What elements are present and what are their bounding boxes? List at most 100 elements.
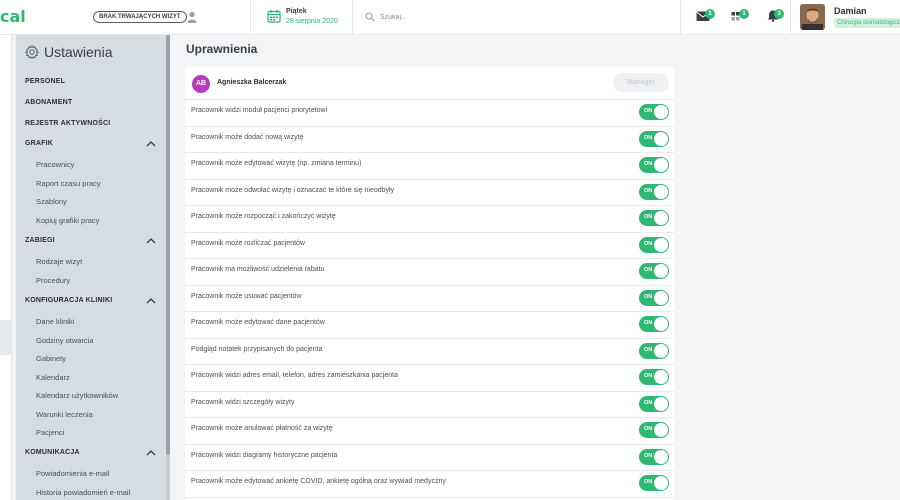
permission-row: Pracownik widzi moduł pacjenci priorytet… [185,100,674,127]
date-day: Piątek [286,8,307,15]
toggle-knob [654,105,668,119]
toggle-knob [654,476,668,490]
toggle-knob [654,317,668,331]
permission-label: Pracownik może edytować ankietę COVID, a… [191,478,446,485]
sidebar-title: Ustawienia [44,44,113,60]
sidebar-item-dane-kliniki[interactable]: Dane kliniki [36,317,74,326]
user-role-badge: Chirurgia stomatologiczna [834,18,900,28]
permission-toggle[interactable]: ON [639,210,669,226]
permission-label: Pracownik widzi diagramy historyczne pac… [191,451,338,459]
permission-row: Podgląd notatek przypisanych do pacjenta… [185,339,674,365]
employee-name: Agnieszka Balcerzak [217,79,287,86]
permission-row: Pracownik widzi adres email, telefon, ad… [185,365,674,392]
permission-label: Pracownik może usuwać pacjentów [191,292,302,300]
tasks-badge: 1 [739,9,749,19]
chevron-up-icon[interactable] [146,450,156,456]
sidebar-item-kalendarz[interactable]: Kalendarz [36,373,70,382]
settings-sidebar: Ustawienia PERSONEL ABONAMENT REJESTR AK… [16,35,166,500]
app-logo[interactable]: cal [0,7,26,26]
permission-label: Pracownik może rozpocząć i zakończyć wiz… [191,213,336,220]
sidebar-item-procedury[interactable]: Procedury [36,276,70,285]
permission-toggle[interactable]: ON [639,342,669,359]
toggle-knob [654,264,668,278]
permission-row: Pracownik widzi diagramy historyczne pac… [185,445,674,471]
permission-label: Pracownik może rozliczać pacjentów [191,239,305,247]
permission-toggle[interactable]: ON [639,130,669,147]
sidebar-item-rodzaje-wizyt[interactable]: Rodzaje wizyt [36,257,82,266]
sidebar-section-abonament[interactable]: ABONAMENT [25,99,72,106]
sidebar-section-activity-log[interactable]: REJESTR AKTYWNOŚCI [25,120,110,127]
toggle-state-label: ON [644,214,653,220]
toggle-state-label: ON [644,161,653,167]
nav-rail [0,35,12,500]
calendar-icon[interactable] [267,9,281,23]
permission-toggle[interactable]: ON [639,236,669,253]
user-icon[interactable] [187,11,197,23]
permission-toggle[interactable]: ON [639,369,669,385]
divider [790,0,791,35]
sidebar-item-pacjenci[interactable]: Pacjenci [36,428,64,437]
toggle-state-label: ON [644,267,653,273]
user-name[interactable]: Damian [834,6,867,16]
permission-toggle[interactable]: ON [639,157,669,173]
sidebar-item-kopiuj-grafiki[interactable]: Kopiuj grafiki pracy [36,216,99,225]
permissions-card: AB Agnieszka Balcerzak Manager Pracownik… [185,67,674,500]
sidebar-section-konfiguracja-kliniki[interactable]: KONFIGURACJA KLINIKI [25,297,112,304]
toggle-state-label: ON [644,373,653,379]
permission-toggle[interactable]: ON [639,289,669,306]
sidebar-item-warunki-leczenia[interactable]: Warunki leczenia [36,410,93,419]
avatar: AB [192,75,210,93]
permission-label: Pracownik widzi szczegóły wizyty [191,398,295,406]
sidebar-item-kalendarz-uzytkownikow[interactable]: Kalendarz użytkowników [36,391,118,400]
divider [352,0,353,35]
permission-toggle[interactable]: ON [639,316,669,332]
permission-toggle[interactable]: ON [639,422,669,438]
permission-label: Pracownik ma możliwość udzielenia rabatu [191,266,325,273]
permission-row: Pracownik widzi szczegóły wizyty ON [185,392,674,418]
sidebar-item-godziny-otwarcia[interactable]: Godziny otwarcia [36,336,94,345]
sidebar-item-pracownicy[interactable]: Pracownicy [36,160,74,169]
sidebar-section-zabiegi[interactable]: ZABIEGI [25,237,55,244]
permission-toggle[interactable]: ON [639,448,669,465]
manager-role-button[interactable]: Manager [613,73,669,92]
user-avatar[interactable] [800,4,825,30]
permission-row: Pracownik może anulować płatność za wizy… [185,418,674,445]
chevron-up-icon[interactable] [146,141,156,147]
sidebar-item-raport-czasu-pracy[interactable]: Raport czasu pracy [36,179,101,188]
toggle-state-label: ON [644,293,653,300]
sidebar-section-komunikacja[interactable]: KOMUNIKACJA [25,449,80,456]
divider [250,0,251,35]
sidebar-item-powiadomienia-email[interactable]: Powiadomienia e-mail [36,469,109,478]
permission-toggle[interactable]: ON [639,263,669,279]
permission-row: Pracownik może edytować ankietę COVID, a… [185,471,674,498]
permission-row: Pracownik może dodać nową wizytę ON [185,127,674,153]
permission-label: Pracownik może anulować płatność za wizy… [191,425,333,432]
sidebar-section-grafik[interactable]: GRAFIK [25,140,53,147]
chevron-up-icon[interactable] [146,298,156,304]
permission-label: Podgląd notatek przypisanych do pacjenta [191,345,323,353]
permission-label: Pracownik widzi adres email, telefon, ad… [191,372,398,379]
toggle-state-label: ON [644,426,653,432]
sidebar-item-gabinety[interactable]: Gabinety [36,354,66,363]
permission-label: Pracownik może dodać nową wizytę [191,133,304,141]
chevron-up-icon[interactable] [146,238,156,244]
toggle-state-label: ON [644,346,653,353]
toggle-knob [654,396,668,411]
permission-toggle[interactable]: ON [639,104,669,120]
toggle-state-label: ON [644,452,653,459]
toggle-state-label: ON [644,134,653,141]
permission-toggle[interactable]: ON [639,183,669,200]
nav-rail-active-item[interactable] [0,320,12,355]
search-input[interactable] [380,10,580,24]
sidebar-scrollbar-thumb[interactable] [166,35,170,455]
sidebar-section-personel[interactable]: PERSONEL [25,78,65,85]
permission-toggle[interactable]: ON [639,395,669,412]
permission-row: Pracownik może edytować dane pacjentów ON [185,312,674,339]
sidebar-item-szablony[interactable]: Szablony [36,197,67,206]
sidebar-item-historia-powiadomien[interactable]: Historia powiadomień e-mail [36,488,130,497]
top-bar: cal BRAK TRWAJĄCYCH WIZYT Piątek 28 sier… [0,0,900,35]
divider [680,0,681,35]
gear-icon [25,45,39,59]
permission-toggle[interactable]: ON [639,475,669,491]
ongoing-visits-button[interactable]: BRAK TRWAJĄCYCH WIZYT [93,11,187,23]
